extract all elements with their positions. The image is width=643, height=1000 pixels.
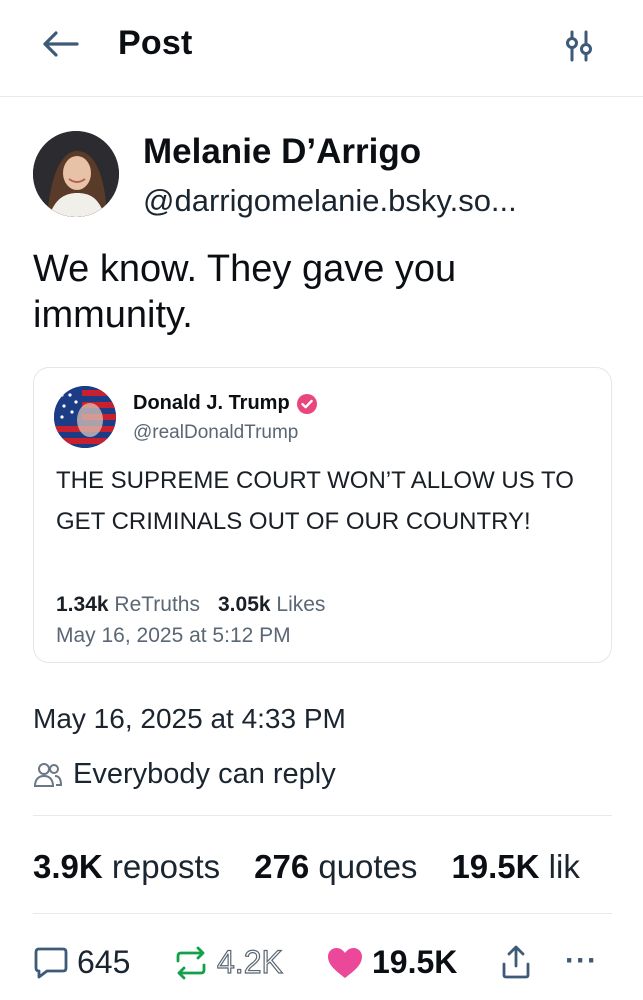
quoted-retruths: 1.34k ReTruths (56, 593, 200, 617)
like-button[interactable]: 19.5K (326, 944, 457, 981)
quoted-retruths-label: ReTruths (114, 593, 200, 616)
quoted-author-row: Donald J. Trump (133, 392, 318, 415)
share-icon (502, 945, 530, 979)
repost-button[interactable]: 4.2K (173, 943, 283, 981)
post-timestamp: May 16, 2025 at 4:33 PM (33, 703, 346, 734)
more-icon: ··· (565, 944, 598, 977)
like-count: 19.5K (372, 944, 458, 980)
engagement-counts: 3.9K reposts 276 quotes 19.5K lik (33, 848, 580, 886)
likes-count-link[interactable]: 19.5K lik (451, 848, 579, 886)
author-avatar[interactable] (33, 131, 119, 217)
likes-label: lik (548, 848, 580, 885)
top-bar: Post (0, 0, 643, 97)
reposts-label: reposts (111, 848, 221, 885)
back-button[interactable] (40, 28, 80, 60)
quoted-post-timestamp: May 16, 2025 at 5:12 PM (56, 624, 291, 647)
thread-settings-button[interactable] (559, 26, 599, 66)
reply-setting-label: Everybody can reply (73, 758, 336, 790)
quotes-count: 276 (254, 848, 310, 885)
post-text: We know. They gave you immunity. (33, 248, 457, 336)
repost-icon (176, 946, 206, 979)
quoted-post-card[interactable]: Donald J. Trump @realDonaldTrump THE SUP… (33, 367, 612, 663)
quoted-post-text: THE SUPREME COURT WON’T ALLOW US TO GET … (56, 467, 574, 535)
flag-portrait-image (54, 386, 116, 448)
page-title: Post (118, 24, 193, 62)
action-bar: 645 4.2K 19.5K ··· (33, 943, 633, 994)
heart-icon (328, 947, 362, 978)
reposts-count: 3.9K (33, 848, 103, 885)
quoted-likes: 3.05k Likes (218, 593, 325, 617)
reply-setting: Everybody can reply (33, 758, 336, 791)
quotes-label: quotes (318, 848, 418, 885)
reply-button[interactable]: 645 (33, 944, 130, 981)
quoted-post-stats: 1.34k ReTruths 3.05k Likes (56, 593, 325, 617)
reposts-count-link[interactable]: 3.9K reposts (33, 848, 220, 886)
reply-count: 645 (77, 944, 131, 980)
quoted-author-handle: @realDonaldTrump (133, 422, 299, 443)
divider (33, 913, 612, 914)
quoted-author-name: Donald J. Trump (133, 392, 290, 414)
author-handle[interactable]: @darrigomelanie.bsky.so... (143, 183, 593, 219)
quoted-author-avatar (54, 386, 116, 448)
sliders-icon (566, 30, 592, 62)
arrow-left-icon (43, 31, 79, 57)
divider (33, 815, 612, 816)
more-options-button[interactable]: ··· (565, 944, 598, 978)
quoted-likes-label: Likes (276, 593, 326, 616)
comment-icon (34, 947, 68, 978)
quoted-likes-count: 3.05k (218, 593, 271, 616)
author-name[interactable]: Melanie D’Arrigo (143, 132, 421, 172)
people-icon (33, 762, 63, 787)
verified-badge-icon (296, 393, 317, 414)
likes-count: 19.5K (451, 848, 540, 885)
avatar-photo (33, 131, 119, 217)
share-button[interactable] (499, 944, 533, 980)
quotes-count-link[interactable]: 276 quotes (254, 848, 417, 886)
repost-count: 4.2K (216, 943, 283, 980)
quoted-retruths-count: 1.34k (56, 593, 109, 616)
